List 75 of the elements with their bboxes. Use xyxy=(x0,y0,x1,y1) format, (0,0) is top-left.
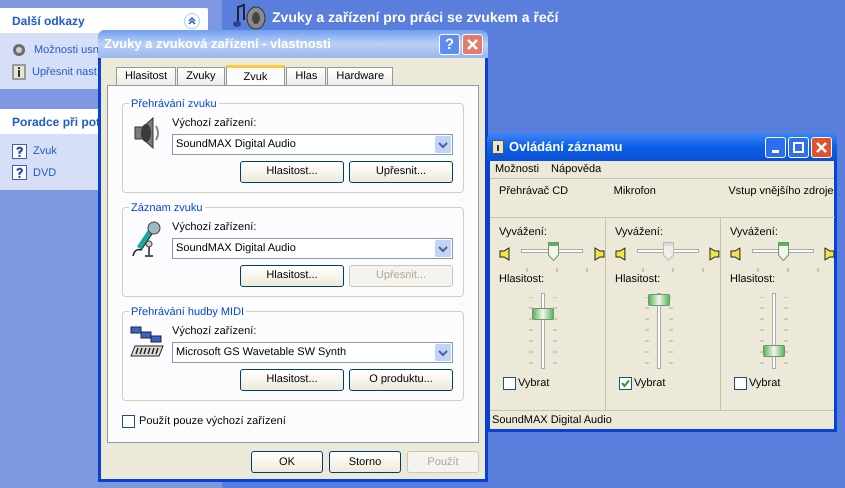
device-dropdown[interactable]: SoundMAX Digital Audio xyxy=(172,238,453,258)
sidebar-link[interactable]: Zvuk xyxy=(33,143,57,160)
channel-name: Vstup vnějšího zdroje xyxy=(728,185,834,197)
dialog-button[interactable]: Upřesnit... xyxy=(349,160,453,182)
dialog-button[interactable]: Hlasitost... xyxy=(240,160,344,182)
device-dropdown[interactable]: SoundMAX Digital Audio xyxy=(172,134,453,154)
checkbox[interactable] xyxy=(122,414,135,428)
speaker-icon xyxy=(615,246,627,260)
volume-label: Hlasitost: xyxy=(730,272,776,286)
help-icon xyxy=(12,144,27,159)
balance-label: Vyvážení: xyxy=(499,225,548,240)
speaker-icon xyxy=(823,246,835,260)
speaker-icon xyxy=(730,246,742,260)
menu-item[interactable]: Možnosti xyxy=(495,161,540,178)
speaker-icon xyxy=(708,246,720,260)
volume-thumb[interactable] xyxy=(763,344,785,357)
dialog-button[interactable]: OK xyxy=(251,451,323,473)
collapse-icon[interactable] xyxy=(184,12,200,28)
sidebar-link[interactable]: DVD xyxy=(33,164,56,181)
field-label: Výchozí zařízení: xyxy=(172,116,258,131)
minimize-icon xyxy=(772,150,779,152)
page-title: Zvuky a zařízení pro práci se zvukem a řečí xyxy=(272,8,558,27)
balance-label: Vyvážení: xyxy=(730,225,779,240)
maximize-button[interactable] xyxy=(788,136,809,158)
check-icon xyxy=(621,378,630,388)
sidebar-link[interactable]: Možnosti usn xyxy=(34,42,99,58)
close-button[interactable] xyxy=(811,136,832,158)
minimize-button[interactable] xyxy=(765,136,786,158)
field-label: Výchozí zařízení: xyxy=(172,324,258,339)
checkbox[interactable] xyxy=(734,376,747,390)
checkbox-label: Vybrat xyxy=(634,376,666,391)
channel-name: Mikrofon xyxy=(614,185,656,197)
field-label: Výchozí zařízení: xyxy=(172,220,258,235)
window-title: Ovládání záznamu xyxy=(509,138,622,156)
speaker-icon xyxy=(12,42,28,58)
dialog-button[interactable]: Storno xyxy=(329,451,401,473)
balance-label: Vyvážení: xyxy=(615,225,664,240)
info-icon xyxy=(12,64,26,80)
section-title: Další odkazy xyxy=(12,12,85,30)
device-dropdown[interactable]: Microsoft GS Wavetable SW Synth xyxy=(172,342,453,362)
tab[interactable]: Hardware xyxy=(327,67,394,85)
menu-item[interactable]: Nápověda xyxy=(551,161,602,178)
group-title: Přehrávání hudby MIDI xyxy=(129,304,246,320)
close-icon xyxy=(816,142,827,152)
status-text: SoundMAX Digital Audio xyxy=(492,412,612,428)
checkbox[interactable] xyxy=(503,376,516,390)
checkbox-label: Použít pouze výchozí zařízení xyxy=(139,414,286,429)
checkbox-label: Vybrat xyxy=(518,376,550,391)
dialog-button[interactable]: Hlasitost... xyxy=(240,368,344,390)
dialog-button[interactable]: O produktu... xyxy=(349,368,453,390)
window-title: Zvuky a zvuková zařízení - vlastnosti xyxy=(104,35,331,54)
speaker-icon xyxy=(499,246,511,260)
tab[interactable]: Zvuky xyxy=(177,67,225,85)
app-icon xyxy=(492,140,504,154)
music-speaker-icon xyxy=(232,3,266,31)
maximize-icon xyxy=(793,142,804,152)
volume-thumb[interactable] xyxy=(648,294,670,306)
tab[interactable]: Hlas xyxy=(286,67,326,85)
checkbox-label: Vybrat xyxy=(749,376,780,391)
balance-thumb[interactable] xyxy=(548,242,558,260)
sidebar-link[interactable]: Upřesnit nast xyxy=(32,64,97,80)
close-icon xyxy=(467,38,478,50)
speaker-icon xyxy=(593,246,605,260)
keyboard-icon xyxy=(129,324,165,358)
help-icon xyxy=(12,165,27,180)
checkbox[interactable] xyxy=(619,376,632,390)
volume-label: Hlasitost: xyxy=(499,272,546,286)
balance-thumb[interactable] xyxy=(778,242,790,260)
tab[interactable]: Hlasitost xyxy=(116,67,176,85)
close-button[interactable] xyxy=(462,34,483,54)
volume-thumb[interactable] xyxy=(532,308,554,320)
channel-name: Přehrávač CD xyxy=(499,185,568,197)
dialog-button[interactable]: Hlasitost... xyxy=(240,264,344,286)
tab[interactable]: Zvuk xyxy=(226,65,286,86)
volume-label: Hlasitost: xyxy=(615,272,662,286)
